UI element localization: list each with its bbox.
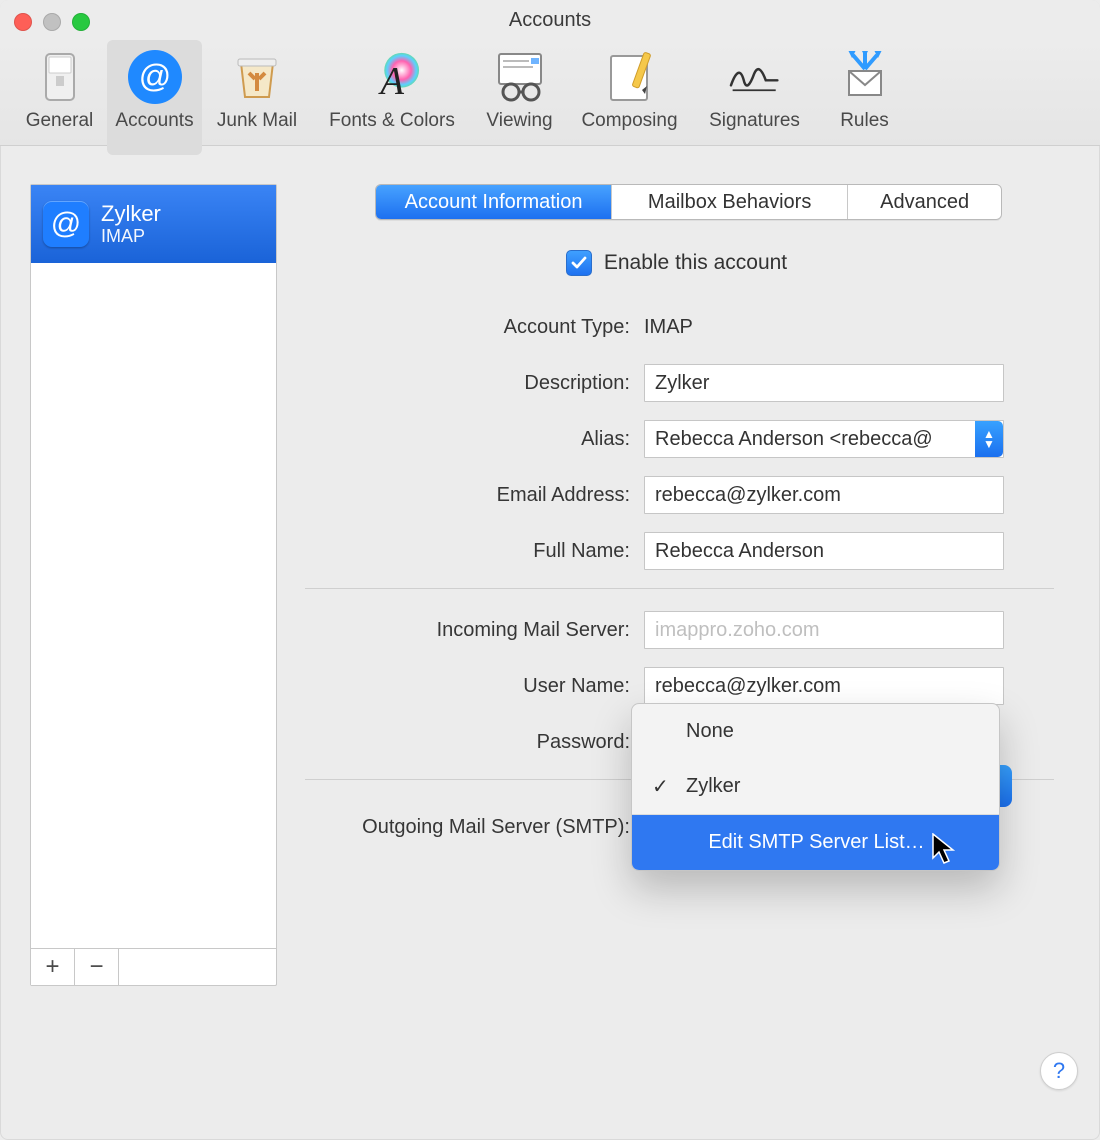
- signatures-icon: [726, 50, 784, 104]
- window-controls: [14, 13, 90, 31]
- account-type-label: Account Type:: [299, 316, 644, 339]
- description-label: Description:: [299, 372, 644, 395]
- tab-signatures-label: Signatures: [709, 110, 800, 132]
- svg-text:@: @: [138, 58, 170, 94]
- row-account-type: Account Type: IMAP: [299, 308, 1054, 346]
- incoming-label: Incoming Mail Server:: [299, 619, 644, 642]
- tab-signatures[interactable]: Signatures: [692, 40, 817, 155]
- viewing-icon: [491, 50, 549, 104]
- row-alias: Alias: Rebecca Anderson <rebecca@ ▲▼: [299, 420, 1054, 458]
- row-fullname: Full Name:: [299, 532, 1054, 570]
- accounts-icon: @: [126, 50, 184, 104]
- titlebar: Accounts: [0, 0, 1100, 40]
- fullname-label: Full Name:: [299, 540, 644, 563]
- minimize-window-button[interactable]: [43, 13, 61, 31]
- tab-fonts-label: Fonts & Colors: [329, 110, 455, 132]
- sidebar-spacer: [31, 263, 276, 948]
- smtp-option-none[interactable]: None: [632, 704, 999, 759]
- smtp-label: Outgoing Mail Server (SMTP):: [299, 816, 644, 839]
- enable-account-label: Enable this account: [604, 251, 787, 275]
- tab-viewing[interactable]: Viewing: [472, 40, 567, 155]
- tab-accounts-label: Accounts: [115, 110, 193, 132]
- tab-rules-label: Rules: [840, 110, 889, 132]
- window-title: Accounts: [0, 9, 1100, 32]
- body: @ Zylker IMAP + − Account Information Ma…: [0, 146, 1100, 1140]
- add-account-button[interactable]: +: [31, 949, 75, 985]
- help-button[interactable]: ?: [1040, 1052, 1078, 1090]
- account-type-value: IMAP: [644, 316, 693, 338]
- tab-fonts-colors[interactable]: A Fonts & Colors: [312, 40, 472, 155]
- password-label: Password:: [299, 731, 644, 754]
- smtp-option-zylker[interactable]: ✓ Zylker: [632, 759, 999, 814]
- smtp-edit-label: Edit SMTP Server List…: [708, 831, 924, 854]
- tab-rules[interactable]: Rules: [817, 40, 912, 155]
- tab-account-information[interactable]: Account Information: [376, 185, 612, 219]
- row-enable-account: Enable this account: [299, 244, 1054, 282]
- dropdown-arrows-icon: ▲▼: [975, 421, 1003, 457]
- tab-composing-label: Composing: [581, 110, 677, 132]
- rules-icon: [836, 50, 894, 104]
- row-description: Description:: [299, 364, 1054, 402]
- general-icon: [31, 50, 89, 104]
- tab-advanced[interactable]: Advanced: [848, 185, 1001, 219]
- enable-account-checkbox[interactable]: [566, 250, 592, 276]
- mouse-cursor-icon: [932, 833, 958, 867]
- username-label: User Name:: [299, 675, 644, 698]
- email-input[interactable]: [644, 476, 1004, 514]
- preferences-window: Accounts General @ Accounts: [0, 0, 1100, 1140]
- tab-junk-mail[interactable]: Junk Mail: [202, 40, 312, 155]
- segmented-tabs: Account Information Mailbox Behaviors Ad…: [375, 184, 1002, 220]
- divider-1: [305, 588, 1054, 589]
- account-name: Zylker: [101, 201, 161, 226]
- tab-accounts[interactable]: @ Accounts: [107, 40, 202, 155]
- smtp-option-none-label: None: [686, 720, 734, 743]
- tab-composing[interactable]: Composing: [567, 40, 692, 155]
- row-email: Email Address:: [299, 476, 1054, 514]
- username-input[interactable]: [644, 667, 1004, 705]
- fullname-input[interactable]: [644, 532, 1004, 570]
- tab-junk-label: Junk Mail: [217, 110, 297, 132]
- fonts-colors-icon: A: [363, 50, 421, 104]
- account-item-zylker[interactable]: @ Zylker IMAP: [31, 185, 276, 263]
- tab-viewing-label: Viewing: [486, 110, 552, 132]
- account-type: IMAP: [101, 226, 161, 247]
- remove-account-button[interactable]: −: [75, 949, 119, 985]
- alias-value: Rebecca Anderson <rebecca@: [655, 428, 975, 451]
- row-username: User Name:: [299, 667, 1054, 705]
- composing-icon: [601, 50, 659, 104]
- alias-label: Alias:: [299, 428, 644, 451]
- incoming-server-input[interactable]: [644, 611, 1004, 649]
- smtp-dropdown-arrows-icon: [998, 765, 1012, 807]
- account-text: Zylker IMAP: [101, 201, 161, 247]
- description-input[interactable]: [644, 364, 1004, 402]
- checkmark-icon: ✓: [652, 774, 674, 799]
- svg-text:A: A: [377, 60, 404, 102]
- smtp-option-zylker-label: Zylker: [686, 775, 740, 798]
- junk-mail-icon: [228, 50, 286, 104]
- tab-mailbox-behaviors[interactable]: Mailbox Behaviors: [612, 185, 848, 219]
- close-window-button[interactable]: [14, 13, 32, 31]
- at-icon: @: [43, 201, 89, 247]
- email-label: Email Address:: [299, 484, 644, 507]
- tab-general-label: General: [26, 110, 94, 132]
- account-detail-pane: Account Information Mailbox Behaviors Ad…: [299, 184, 1078, 1121]
- accounts-list: @ Zylker IMAP + −: [30, 184, 277, 986]
- row-incoming: Incoming Mail Server:: [299, 611, 1054, 649]
- preferences-toolbar: General @ Accounts Junk Ma: [0, 40, 1100, 146]
- tab-general[interactable]: General: [12, 40, 107, 155]
- alias-dropdown[interactable]: Rebecca Anderson <rebecca@ ▲▼: [644, 420, 1004, 458]
- zoom-window-button[interactable]: [72, 13, 90, 31]
- sidebar-footer: + −: [31, 948, 276, 985]
